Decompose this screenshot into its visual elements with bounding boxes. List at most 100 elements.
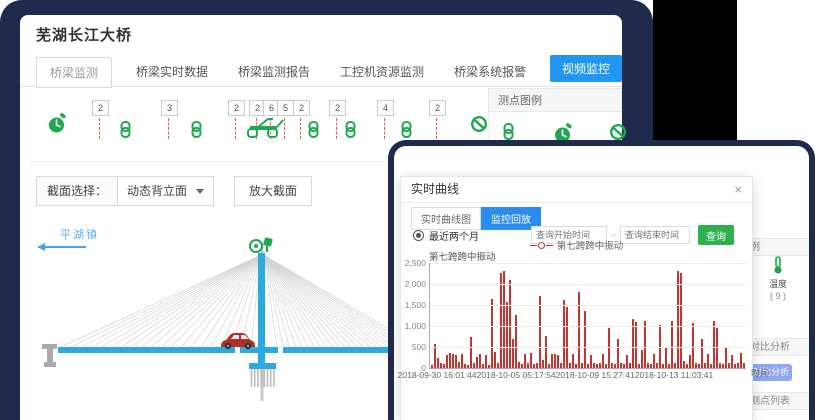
chart-bar [449,353,451,368]
tab-0[interactable]: 桥梁监测 [36,57,112,88]
sensor-count-badge[interactable]: 5 [277,100,294,116]
chart-bar [599,363,601,368]
tab-2[interactable]: 桥梁监测报告 [238,63,310,80]
chart-bar [650,364,652,368]
page-title: 芜湖长江大桥 [36,24,132,45]
chart-bar [626,355,628,368]
sensor-dash-line [300,118,301,139]
sensor-count-badge[interactable]: 2 [228,100,245,116]
chart-bar [710,364,712,368]
chart-bar [560,363,562,368]
chart-bar [521,364,523,368]
end-time-input[interactable] [620,226,690,244]
realtime-curve-dialog: 实时曲线 × 实时曲线图 监控回放 最近两个月 - 查询 第七跨跨中 [400,176,753,420]
chart-bar [725,347,727,368]
chart-bar [620,363,622,368]
chart-bar [494,352,496,368]
gridline [430,347,746,348]
dropdown-caret-icon [196,189,204,194]
chart-bar [596,364,598,368]
link-icon[interactable] [307,121,320,138]
chart-bar [431,365,433,368]
tab-3[interactable]: 工控机资源监测 [340,63,424,80]
main-tabs: 桥梁监测 桥梁实时数据 桥梁监测报告 工控机资源监测 桥梁系统报警 [36,57,556,87]
chart-bar [503,271,505,368]
x-axis-tick-label: 2018-10-13 11:03:41 [635,370,713,380]
link-icon[interactable] [400,121,413,138]
chart-bar [563,300,565,368]
thermometer-icon [772,267,784,277]
chart-bar [635,322,637,368]
chart-bar [539,296,541,368]
sensor-count-badge[interactable]: 2 [92,100,109,116]
chart-bar [566,307,568,368]
sensor-count-badge[interactable]: 2 [329,100,346,116]
chart-bar [455,355,457,368]
chart-bar [674,363,676,368]
tab-4[interactable]: 桥梁系统报警 [454,63,526,80]
chart-bar [617,339,619,368]
chart-bar [644,321,646,368]
chart-bar [731,355,733,368]
sensor-count-badge[interactable]: 2 [429,100,446,116]
no-entry-icon[interactable] [609,123,627,141]
chart-bar [653,354,655,368]
camera-icon[interactable] [250,237,273,252]
no-entry-icon[interactable] [470,115,488,133]
chart-bar [614,364,616,368]
tab-1[interactable]: 桥梁实时数据 [136,63,208,80]
y-axis-tick-label: 1,500 [397,300,426,310]
link-icon[interactable] [344,121,357,138]
secondary-window: 例 温度 ( 9 ) 对比分析 对比分析 测点列表 实时曲线 × 实时曲线图 监… [388,140,815,420]
chart-bar [530,353,532,368]
chart-bar [467,365,469,368]
sensor-count-badge[interactable]: 3 [161,100,178,116]
sidepanel-legend-header: 例 [747,238,809,256]
chart-bar [437,358,439,368]
chart-bar [641,350,643,368]
chart-bar [704,363,706,368]
close-icon[interactable]: × [734,177,742,202]
sidepanel-temperature-item[interactable]: 温度 ( 9 ) [747,256,809,302]
link-icon[interactable] [119,121,132,138]
sensor-count-badge[interactable]: 4 [377,100,394,116]
y-axis-tick-label: 2,000 [397,279,426,289]
chart-bars [431,263,746,368]
chart-bar [638,364,640,368]
chart-bar [557,355,559,368]
link-icon[interactable] [502,123,515,140]
dialog-tabs: 实时曲线图 监控回放 [411,207,541,230]
tab-realtime-curve[interactable]: 实时曲线图 [411,207,481,230]
chart-bar [683,361,685,368]
chart-bar [473,363,475,368]
enlarge-section-button[interactable]: 放大截面 [234,176,312,206]
section-controls: 截面选择： 动态背立面 放大截面 [36,176,312,206]
chart-bar [479,354,481,368]
gridline [430,326,746,327]
screen: 芜湖长江大桥 桥梁监测 桥梁实时数据 桥梁监测报告 工控机资源监测 桥梁系统报警 视频监… [0,0,815,420]
sensor-count-badge[interactable]: 2 [293,100,310,116]
chart-bar [740,353,742,368]
chart-bar [575,364,577,368]
start-time-input[interactable] [531,226,607,244]
sensor-dash-line [168,118,169,139]
sensor-dash-line [235,118,236,139]
chart-bar [569,363,571,368]
section-select-value: 动态背立面 [127,177,187,205]
chart-bar [728,363,730,368]
bank-side-label: 平湖镇 [60,226,99,242]
sensor-dash-line [436,118,437,139]
chart-bar [485,355,487,368]
link-icon[interactable] [190,121,203,138]
section-select[interactable]: 动态背立面 [118,176,214,206]
truck-icon[interactable] [246,117,286,138]
y-axis-tick-label: 1,000 [397,321,426,331]
left-pier [42,344,57,367]
stopwatch-icon[interactable] [48,113,67,133]
chart-bar [434,344,436,368]
range-separator: - [612,230,615,240]
query-button[interactable]: 查询 [698,225,734,245]
video-monitor-button[interactable]: 视频监控 [550,55,622,82]
recent-two-months-radio[interactable] [413,230,424,241]
chart-bar [476,357,478,368]
